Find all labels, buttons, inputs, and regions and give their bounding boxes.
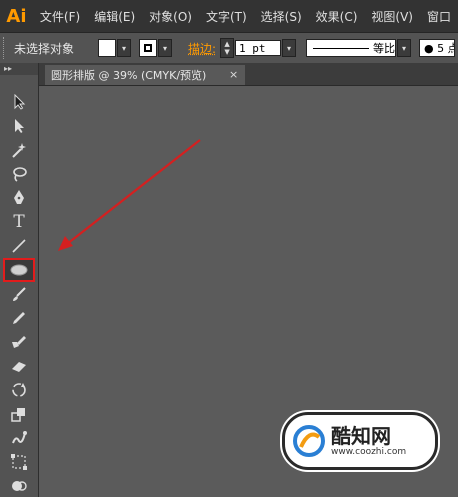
close-tab-icon[interactable]: × <box>229 68 238 81</box>
fill-dropdown-icon[interactable]: ▾ <box>117 39 131 57</box>
watermark-url: www.coozhi.com <box>331 446 407 457</box>
panel-grip[interactable] <box>3 37 10 59</box>
coozhi-logo-icon <box>293 425 325 457</box>
stroke-weight-input[interactable]: 1 pt <box>235 40 282 56</box>
watermark-badge: 酷知网 www.coozhi.com <box>282 412 438 470</box>
profile-line-icon <box>313 47 370 49</box>
menu-effect[interactable]: 效果(C) <box>309 8 365 25</box>
blob-brush-tool[interactable] <box>4 331 34 353</box>
annotation-arrow-head <box>58 236 73 251</box>
profile-dropdown-icon[interactable]: ▾ <box>397 39 412 57</box>
app-logo: Ai <box>6 5 27 27</box>
menu-view[interactable]: 视图(V) <box>364 8 420 25</box>
menu-select[interactable]: 选择(S) <box>254 8 309 25</box>
shape-builder-icon <box>12 481 27 491</box>
stroke-swatch-icon <box>144 44 152 52</box>
warp-icon <box>12 431 27 444</box>
pencil-tool[interactable] <box>4 307 34 329</box>
direct-selection-icon <box>15 119 24 133</box>
selection-arrow-icon <box>14 94 26 110</box>
spinner-up-icon[interactable]: ▲ <box>224 40 229 48</box>
menu-bar: Ai 文件(F) 编辑(E) 对象(O) 文字(T) 选择(S) 效果(C) 视… <box>0 0 458 32</box>
selection-tool[interactable] <box>4 91 34 113</box>
document-tab-strip: 圆形排版 @ 39% (CMYK/预览) × <box>39 63 458 86</box>
scale-icon <box>11 408 25 422</box>
watermark-text: 酷知网 www.coozhi.com <box>331 425 406 458</box>
stroke-dropdown-icon[interactable]: ▾ <box>158 39 172 57</box>
watermark-title: 酷知网 <box>331 423 391 448</box>
eraser-tool[interactable] <box>4 355 34 377</box>
shape-builder-tool[interactable] <box>4 475 34 497</box>
stroke-swatch[interactable] <box>139 39 157 57</box>
fill-control[interactable]: ▾ <box>98 39 131 57</box>
document-tab-title: 圆形排版 @ 39% (CMYK/预览) <box>51 69 207 82</box>
lasso-tool[interactable] <box>4 163 34 185</box>
menu-type[interactable]: 文字(T) <box>199 8 254 25</box>
rotate-tool[interactable] <box>4 379 34 401</box>
type-icon: T <box>13 212 25 232</box>
eraser-icon <box>12 362 26 372</box>
annotation-arrow-line <box>66 139 201 245</box>
selection-status-label: 未选择对象 <box>14 41 75 56</box>
spinner-down-icon[interactable]: ▼ <box>224 48 229 56</box>
type-tool[interactable]: T <box>4 211 34 233</box>
control-bar: 未选择对象 ▾ ▾ 描边: ▲ ▼ 1 pt ▾ 等比 ▾ ● 5 点 <box>0 32 458 64</box>
brush-icon <box>13 287 26 301</box>
variable-width-profile[interactable]: 等比 <box>306 39 397 57</box>
fill-swatch[interactable] <box>98 39 116 57</box>
stroke-weight-dropdown-icon[interactable]: ▾ <box>282 39 297 57</box>
stroke-color-control[interactable]: ▾ <box>139 39 172 57</box>
direct-selection-tool[interactable] <box>4 115 34 137</box>
menu-edit[interactable]: 编辑(E) <box>87 8 142 25</box>
profile-label: 等比 <box>373 42 396 55</box>
free-transform-icon <box>11 454 27 470</box>
line-icon <box>12 239 26 253</box>
ellipse-tool[interactable] <box>3 258 35 282</box>
paintbrush-tool[interactable] <box>4 283 34 305</box>
menu-file[interactable]: 文件(F) <box>33 8 87 25</box>
collapse-panel-icon[interactable]: ▸▸ <box>0 63 38 75</box>
pencil-icon <box>13 312 25 324</box>
menu-object[interactable]: 对象(O) <box>142 8 199 25</box>
magic-wand-icon <box>12 143 26 158</box>
rotate-icon <box>12 383 26 397</box>
stroke-weight-spinner[interactable]: ▲ ▼ <box>220 38 235 58</box>
stroke-label[interactable]: 描边: <box>188 40 216 57</box>
pen-tool[interactable] <box>4 187 34 209</box>
blob-brush-icon <box>12 336 26 348</box>
document-tab[interactable]: 圆形排版 @ 39% (CMYK/预览) <box>45 65 245 85</box>
lasso-icon <box>13 167 27 182</box>
warp-tool[interactable] <box>4 427 34 449</box>
ellipse-icon <box>10 264 28 276</box>
line-segment-tool[interactable] <box>4 235 34 257</box>
pen-icon <box>14 190 24 204</box>
menu-window[interactable]: 窗口 <box>420 8 458 25</box>
brush-definition[interactable]: ● 5 点 <box>419 39 456 57</box>
free-transform-tool[interactable] <box>4 451 34 473</box>
tools-panel: ▸▸ T <box>0 63 39 497</box>
magic-wand-tool[interactable] <box>4 139 34 161</box>
scale-tool[interactable] <box>4 403 34 425</box>
